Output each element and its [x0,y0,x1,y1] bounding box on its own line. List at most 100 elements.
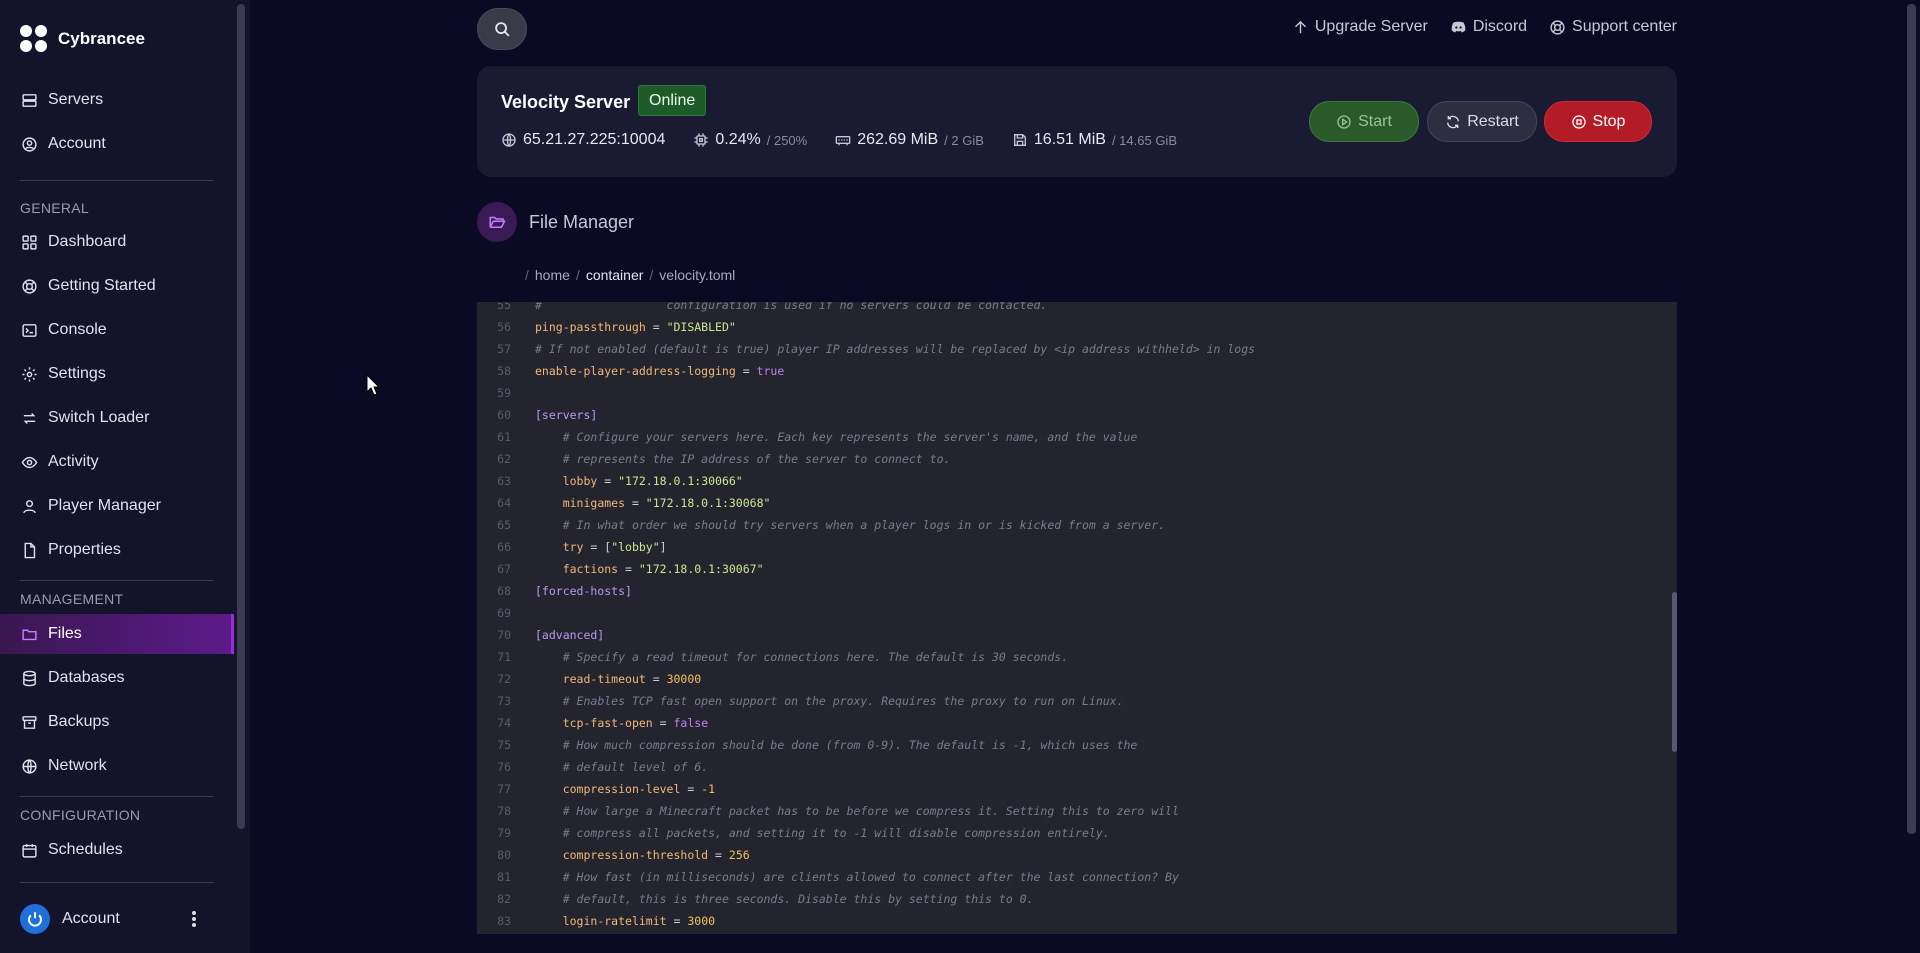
sidebar-item-label: Files [48,625,82,642]
editor-scrollbar[interactable] [1672,592,1677,752]
code-token: read-timeout [562,672,646,686]
code-editor[interactable]: 55 # configuration is used if no servers … [477,302,1677,934]
sidebar-item-schedules[interactable]: Schedules [0,830,234,870]
code-line[interactable]: 60 [servers] [477,404,597,426]
code-token: = [625,496,646,510]
sidebar-item-account[interactable]: Account [0,124,234,164]
search-button[interactable] [477,8,527,50]
code-token: -1 [701,782,716,796]
code-line[interactable]: 82 # default, this is three seconds. Dis… [477,888,1033,910]
code-line[interactable]: 78 # How large a Minecraft packet has to… [477,800,1179,822]
code-token: # If not enabled (default is true) playe… [535,342,1256,356]
sidebar-item-activity[interactable]: Activity [0,442,234,482]
sidebar-item-servers[interactable]: Servers [0,80,234,120]
code-line[interactable]: 55 # configuration is used if no servers … [477,302,1047,316]
restart-button[interactable]: Restart [1427,101,1537,142]
sidebar-item-label: Getting Started [48,277,156,294]
code-line[interactable]: 81 # How fast (in milliseconds) are clie… [477,866,1179,888]
memory-usage: 262.69 MiB [857,131,939,148]
breadcrumb-separator: / [649,267,654,283]
stat-address: 65.21.27.225:10004 [501,131,665,149]
line-number: 60 [497,408,511,422]
line-number: 70 [497,628,511,642]
code-line[interactable]: 57 # If not enabled (default is true) pla… [477,338,1255,360]
code-line[interactable]: 64 minigames = "172.18.0.1:30068" [477,492,770,514]
code-line[interactable]: 67 factions = "172.18.0.1:30067" [477,558,763,580]
sidebar-item-network[interactable]: Network [0,746,234,786]
sidebar-item-backups[interactable]: Backups [0,702,234,742]
account-menu[interactable]: Account [20,904,120,934]
code-line[interactable]: 73 # Enables TCP fast open support on th… [477,690,1124,712]
code-line[interactable]: 72 read-timeout = 30000 [477,668,701,690]
code-token: compression-threshold [562,848,709,862]
code-line[interactable]: 59 [477,382,535,404]
code-token: # How large a Minecraft packet has to be… [562,804,1179,818]
code-line[interactable]: 70 [advanced] [477,624,604,646]
code-line[interactable]: 80 compression-threshold = 256 [477,844,750,866]
sidebar-item-player-manager[interactable]: Player Manager [0,486,234,526]
code-token: compression-level [562,782,681,796]
code-token: [forced-hosts] [535,584,632,598]
code-token: = [666,914,688,928]
page-scrollbar[interactable] [1907,4,1916,834]
brand-name: Cybrancee [58,29,145,48]
code-line[interactable]: 69 [477,602,535,624]
sidebar-item-label: Schedules [48,841,123,858]
code-line[interactable]: 83 login-ratelimit = 3000 [477,910,715,932]
code-token: try [562,540,584,554]
sidebar-item-properties[interactable]: Properties [0,530,234,570]
code-line[interactable]: 63 lobby = "172.18.0.1:30066" [477,470,743,492]
code-line[interactable]: 62 # represents the IP address of the se… [477,448,950,470]
code-token: login-ratelimit [562,914,667,928]
sidebar-item-files[interactable]: Files [0,614,234,654]
code-line[interactable]: 65 # In what order we should try servers… [477,514,1165,536]
sidebar-scrollbar[interactable] [237,4,245,829]
discord-icon [1451,21,1466,32]
code-token: # Enables TCP fast open support on the p… [562,694,1124,708]
line-number: 66 [497,540,511,554]
cpu-icon [694,133,709,147]
code-line[interactable]: 77 compression-level = -1 [477,778,715,800]
code-line[interactable]: 71 # Specify a read timeout for connecti… [477,646,1068,668]
sidebar-item-label: Activity [48,453,99,470]
code-line[interactable]: 56 ping-passthrough = "DISABLED" [477,316,736,338]
save-icon [1013,134,1026,146]
sidebar-divider [20,796,214,797]
code-line[interactable]: 66 try = ["lobby"] [477,536,666,558]
code-line[interactable]: 58 enable-player-address-logging = true [477,360,784,382]
start-button[interactable]: Start [1309,101,1419,142]
lifebuoy-icon [1550,19,1565,35]
discord-label: Discord [1472,18,1528,35]
sidebar-item-getting-started[interactable]: Getting Started [0,266,234,306]
code-line[interactable]: 76 # default level of 6. [477,756,708,778]
code-line[interactable]: 75 # How much compression should be done… [477,734,1137,756]
sidebar-item-dashboard[interactable]: Dashboard [0,222,234,262]
brand[interactable]: Cybrancee [20,25,145,53]
upgrade-server-link[interactable]: Upgrade Server [1292,18,1428,36]
code-line[interactable]: 79 # compress all packets, and setting i… [477,822,1110,844]
breadcrumb-file: velocity.toml [659,267,736,283]
code-line[interactable]: 61 # Configure your servers here. Each k… [477,426,1137,448]
discord-link[interactable]: Discord [1450,18,1527,36]
database-icon [23,670,36,686]
sidebar-item-console[interactable]: Console [0,310,234,350]
kebab-menu-icon[interactable] [188,909,200,929]
code-line[interactable]: 68 [forced-hosts] [477,580,632,602]
stop-button[interactable]: Stop [1544,101,1652,142]
sidebar-item-databases[interactable]: Databases [0,658,234,698]
user-icon [23,499,36,513]
support-center-link[interactable]: Support center [1549,18,1677,36]
code-line[interactable]: 74 tcp-fast-open = false [477,712,708,734]
cpu-limit: / 250% [766,132,808,148]
breadcrumb-container[interactable]: container [586,267,644,283]
server-address[interactable]: 65.21.27.225:10004 [523,131,665,149]
breadcrumb-home[interactable]: home [535,267,570,283]
line-number: 76 [497,760,511,774]
code-token: 3000 [687,914,716,928]
sidebar-item-switch-loader[interactable]: Switch Loader [0,398,234,438]
line-number: 72 [497,672,511,686]
sidebar-item-settings[interactable]: Settings [0,354,234,394]
swap-icon [23,412,36,424]
